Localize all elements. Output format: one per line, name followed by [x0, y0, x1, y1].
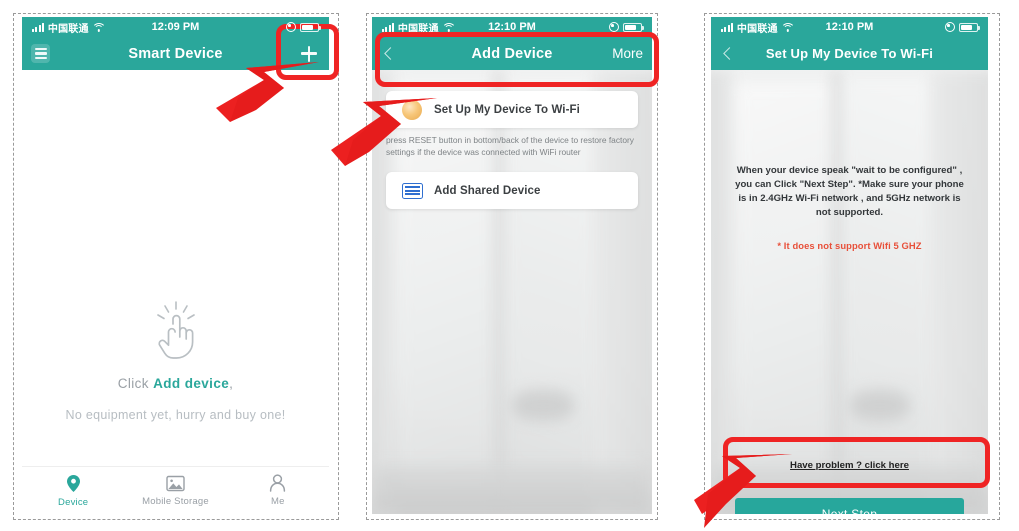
location-pin-icon [66, 474, 80, 492]
battery-icon [623, 22, 644, 32]
device-list-body: Click Add device, No equipment yet, hurr… [22, 70, 329, 514]
tutorial-screenshot-stage: 中国联通 12:09 PM Smart Device Click Add dev… [0, 0, 1019, 531]
wifi-band-warning: * It does not support Wifi 5 GHZ [777, 240, 922, 251]
option-setup-label: Set Up My Device To Wi-Fi [434, 103, 580, 116]
nav-bar-3: Set Up My Device To Wi-Fi [711, 37, 988, 70]
qr-code-icon [400, 180, 424, 202]
bottom-tab-bar: Device Mobile Storage Me [22, 466, 329, 514]
chevron-left-icon[interactable] [381, 46, 397, 62]
tab-device[interactable]: Device [22, 474, 124, 508]
status-bar-3: 中国联通 12:10 PM [711, 17, 988, 37]
status-bar-right-2 [609, 22, 644, 32]
option-shared-label: Add Shared Device [434, 184, 541, 197]
empty-state: Click Add device, No equipment yet, hurr… [22, 300, 329, 422]
more-button[interactable]: More [612, 46, 643, 61]
location-icon [609, 22, 619, 32]
instructions-text: When your device speak "wait to be confi… [735, 165, 964, 218]
phone-screen-setup-wifi: 中国联通 12:10 PM Set Up My Device To Wi-Fi … [711, 17, 988, 514]
page-title: Set Up My Device To Wi-Fi [765, 46, 934, 61]
tab-mobile-storage-label: Mobile Storage [142, 495, 209, 507]
status-bar-right-3 [945, 22, 980, 32]
status-bar-right-1 [286, 22, 321, 32]
sun-ripple-icon [400, 99, 424, 121]
tab-mobile-storage[interactable]: Mobile Storage [124, 475, 226, 507]
tab-me[interactable]: Me [227, 474, 329, 507]
status-bar-1: 中国联通 12:09 PM [22, 17, 329, 37]
tab-device-label: Device [58, 496, 89, 508]
phone-screen-add-device: 中国联通 12:10 PM Add Device More Set Up My [372, 17, 652, 514]
battery-icon [300, 22, 321, 32]
empty-state-subtitle: No equipment yet, hurry and buy one! [65, 408, 286, 422]
nav-bar-2: Add Device More [372, 37, 652, 70]
battery-icon [959, 22, 980, 32]
chevron-left-icon[interactable] [720, 46, 736, 62]
empty-state-title: Click Add device, [22, 376, 329, 391]
hamburger-menu-icon[interactable] [31, 44, 50, 63]
status-bar-2: 中国联通 12:10 PM [372, 17, 652, 37]
add-device-body: Set Up My Device To Wi-Fi press RESET bu… [372, 70, 652, 514]
phone-screen-smart-device: 中国联通 12:09 PM Smart Device Click Add dev… [22, 17, 329, 514]
help-link[interactable]: Have problem ? click here [711, 460, 988, 471]
status-bar-clock: 12:09 PM [151, 21, 200, 33]
setup-wifi-body: When your device speak "wait to be confi… [711, 70, 988, 514]
blurred-camera-background [711, 70, 988, 514]
next-step-button[interactable]: Next Step [735, 498, 964, 514]
location-icon [286, 22, 296, 32]
option-add-shared-device[interactable]: Add Shared Device [386, 172, 638, 209]
empty-title-highlight: Add device [153, 376, 230, 391]
page-title: Smart Device [128, 45, 223, 62]
empty-title-suffix: , [229, 376, 234, 391]
tap-hand-icon [149, 300, 203, 362]
add-device-button[interactable] [298, 43, 320, 65]
location-icon [945, 22, 955, 32]
page-title: Add Device [471, 45, 553, 62]
tab-me-label: Me [271, 496, 285, 507]
empty-title-prefix: Click [117, 376, 154, 391]
person-icon [270, 474, 286, 492]
nav-bar-1: Smart Device [22, 37, 329, 70]
option-setup-device-to-wifi[interactable]: Set Up My Device To Wi-Fi [386, 91, 638, 128]
reset-hint-text: press RESET button in bottom/back of the… [386, 135, 634, 157]
photo-icon [166, 475, 185, 491]
